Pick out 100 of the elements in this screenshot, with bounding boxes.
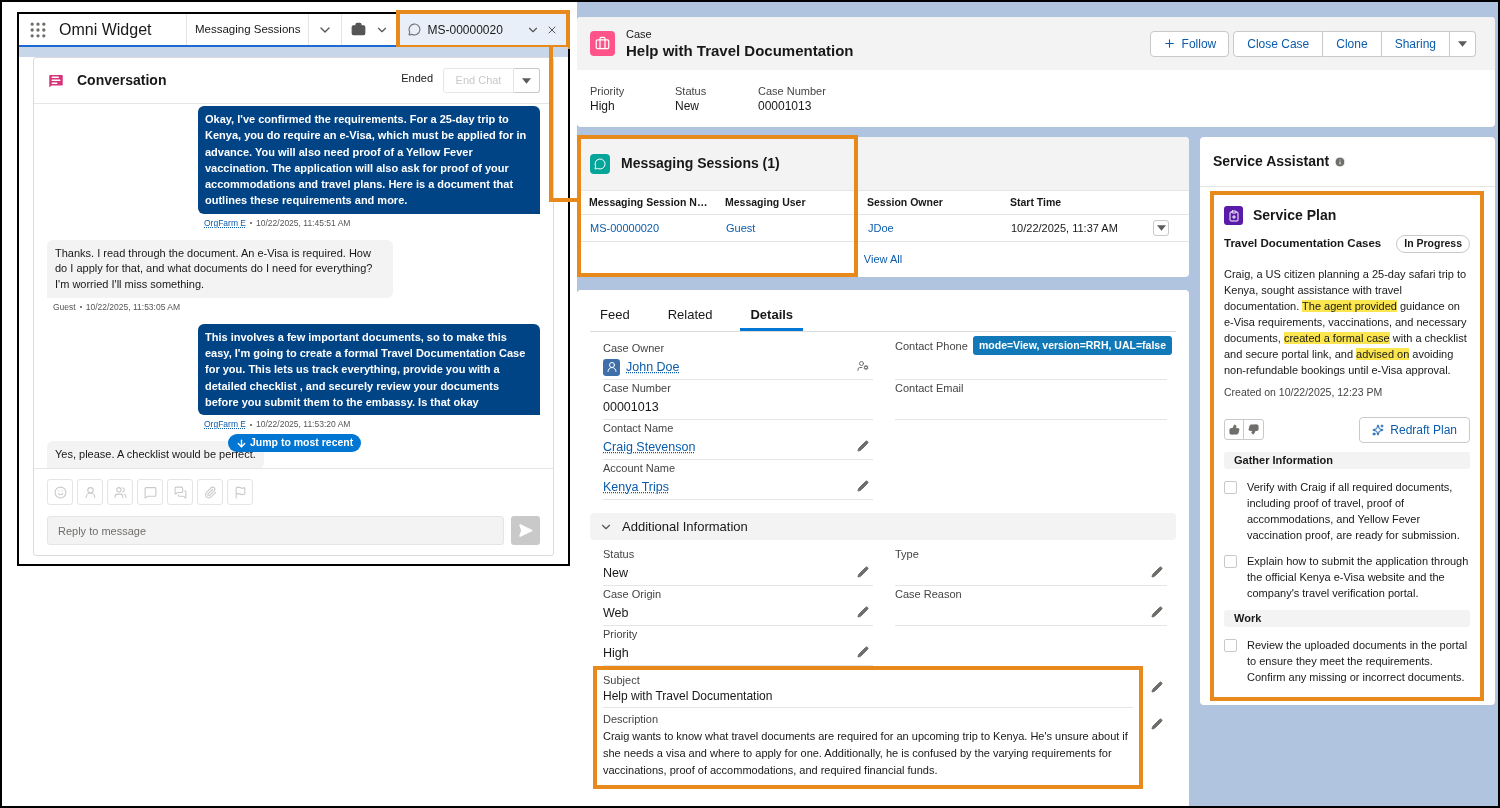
dropdown-button[interactable] (514, 68, 540, 93)
field-label: Contact Phone (895, 338, 968, 353)
pencil-icon[interactable] (857, 606, 869, 618)
field-value: High (603, 644, 629, 662)
field-label: Status (603, 547, 635, 561)
clipboard-icon (1224, 206, 1243, 225)
table-cell-text: 10/22/2025, 11:37 AM (1011, 220, 1118, 236)
section-header: Work (1224, 609, 1470, 627)
author-link[interactable]: OrgFarm E (204, 216, 247, 230)
task-text: Verify with Craig if all required documents, including proof of travel, proof of accommodations, and Yellow Fever vaccination proof, are ready for submission. (1247, 479, 1461, 543)
jump-to-recent-button[interactable]: Jump to most recent (228, 434, 362, 452)
table-link[interactable]: Guest (726, 219, 756, 237)
column-header[interactable]: Messaging Session N… (577, 194, 713, 211)
action-button[interactable]: Sharing (1381, 30, 1450, 57)
avatar-icon (603, 358, 620, 376)
thumbs-up-icon (1228, 424, 1240, 436)
field-value: 00001013 (603, 398, 659, 416)
field-label: Case Origin (603, 587, 662, 601)
change-owner-icon[interactable] (857, 360, 869, 372)
field-label: Description (603, 712, 660, 726)
caret-icon (1156, 225, 1166, 231)
field-link[interactable]: John Doe (626, 357, 680, 377)
tab[interactable]: Related (657, 302, 723, 331)
pencil-icon[interactable] (857, 566, 869, 578)
pencil-icon[interactable] (857, 440, 869, 452)
sparkles-icon (1372, 423, 1385, 436)
created-date: Created on 10/22/2025, 12:23 PM (1224, 385, 1384, 400)
column-header[interactable]: Start Time (998, 194, 1189, 211)
plan-summary: Craig, a US citizen planning a 25-day safari trip to Kenya, sought assistance with travel documentation. The agent provided guidance on e-Visa requirements, vaccinations, and necessary documents, created a formal case with a checklist and secure portal link, and advised on avoiding non-refundable bookings until e-Visa approval. (1224, 267, 1468, 378)
row-menu-button[interactable] (1153, 220, 1169, 236)
redraft-button[interactable]: Redraft Plan (1359, 416, 1470, 443)
briefcase-icon (590, 31, 615, 56)
people-icon (113, 485, 127, 499)
card-title: Service Assistant (1213, 152, 1330, 171)
pencil-icon[interactable] (1151, 566, 1163, 578)
table-link[interactable]: JDoe (868, 219, 894, 237)
person-icon (83, 485, 97, 499)
field-label: Case Owner (603, 341, 665, 355)
field-link[interactable]: Kenya Trips (603, 477, 669, 497)
highlight-value: New (675, 98, 700, 114)
tab-label[interactable]: MS-00000020 (427, 20, 503, 39)
field-label: Contact Email (895, 381, 964, 395)
record-title: Help with Travel Documentation (626, 40, 854, 60)
pencil-icon[interactable] (857, 480, 869, 492)
action-button[interactable]: Clone (1323, 30, 1382, 57)
object-label: Case (626, 27, 653, 41)
case-type: Travel Documentation Cases (1224, 236, 1382, 252)
pencil-icon[interactable] (1151, 718, 1163, 730)
highlight-label: Status (675, 84, 708, 98)
card-title: Messaging Sessions (1) (621, 154, 780, 173)
message-time: 10/22/2025, 11:53:05 AM (85, 301, 181, 314)
checkbox[interactable] (1224, 480, 1237, 494)
table-link[interactable]: MS-00000020 (590, 219, 660, 237)
message-bubble: Okay, I've confirmed the requirements. For a 25-day trip to Kenya, you do require an e-Visa, which must be applied for in advance. You will also need proof of a Yellow Fever vaccination. The application will also ask for proof of your accommodations and travel plans. Here is a document that outlines these requirements and more. (198, 106, 540, 214)
plus-icon (1162, 37, 1176, 50)
field-link[interactable]: Craig Stevenson (603, 437, 696, 457)
section-header[interactable]: Additional Information (590, 513, 1176, 540)
plan-title: Service Plan (1253, 206, 1337, 225)
checkbox[interactable] (1224, 554, 1237, 568)
widget-title: Omni Widget (59, 19, 153, 40)
more-actions-button[interactable] (1450, 30, 1476, 57)
thumbs-down-icon (1248, 424, 1259, 436)
chats-icon (173, 485, 187, 499)
message-bubble: This involves a few important documents, so to make this easy, I'm going to create a formal Travel Documentation Case for you. This lets us track everything, provide you with a detailed checklist , and securely review your documents before you submit them to the embassy. Is that okay (198, 323, 540, 416)
field-label: Contact Name (603, 421, 674, 435)
message-time: 10/22/2025, 11:45:51 AM (256, 216, 351, 230)
checkbox[interactable] (1224, 638, 1237, 652)
section-header: Gather Information (1224, 451, 1470, 469)
tab[interactable]: Details (740, 302, 804, 331)
info-icon[interactable] (1334, 155, 1347, 168)
chat-icon (590, 153, 610, 174)
highlight-value: 00001013 (758, 98, 813, 114)
author-link[interactable]: OrgFarm E (204, 418, 247, 431)
pencil-icon[interactable] (857, 646, 869, 658)
card-title: Conversation (77, 71, 167, 90)
tab[interactable]: Feed (590, 302, 640, 331)
column-header[interactable]: Messaging User (713, 194, 855, 211)
column-header[interactable]: Session Owner (855, 194, 998, 211)
field-label: Case Reason (895, 587, 962, 601)
message-time: 10/22/2025, 11:53:20 AM (256, 418, 351, 431)
task-text: Review the uploaded documents in the portal to ensure they meet the requirements. Confirm any missing or incorrect documents. (1247, 637, 1469, 685)
pencil-icon[interactable] (1151, 606, 1163, 618)
field-label: Type (895, 547, 919, 561)
send-icon (518, 523, 533, 538)
chat-icon (143, 485, 157, 499)
message-bubble: Thanks. I read through the document. An e-Visa is required. How do I apply for that, and what documents do I need for everything? I'm worried I'll miss something. (47, 239, 393, 299)
paperclip-icon (203, 485, 217, 499)
highlight-label: Case Number (758, 84, 827, 98)
highlight-value: High (590, 98, 616, 114)
view-all-link[interactable]: View All (863, 250, 903, 268)
chat-icon (408, 23, 422, 36)
field-value: New (603, 564, 628, 582)
author-name: Guest (53, 301, 76, 314)
highlight-label: Priority (590, 84, 626, 98)
pencil-icon[interactable] (1151, 681, 1163, 693)
follow-button[interactable]: Follow (1149, 30, 1230, 57)
action-button[interactable]: Close Case (1233, 30, 1324, 57)
chat-status: Ended (401, 71, 433, 87)
field-label: Subject (603, 673, 641, 687)
arrow-down-icon (236, 437, 247, 449)
